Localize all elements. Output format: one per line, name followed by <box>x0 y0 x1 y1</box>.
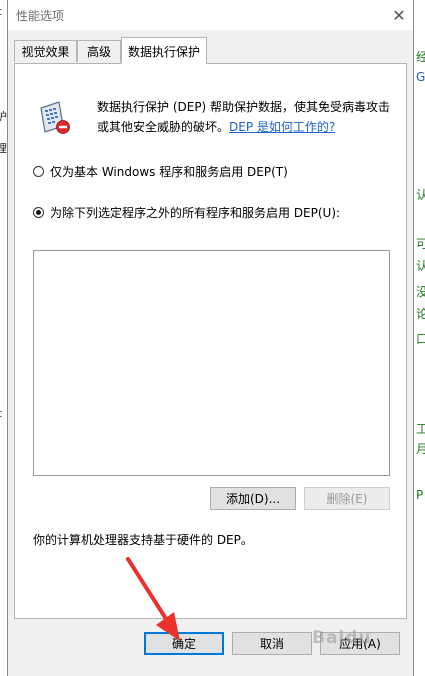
background-text: 工 <box>416 420 425 437</box>
close-button[interactable]: ✕ <box>385 0 413 30</box>
tab-visual-effects[interactable]: 视觉效果 <box>14 40 77 62</box>
option-all-except-selected[interactable]: 为除下列选定程序之外的所有程序和服务启用 DEP(U): <box>33 204 340 221</box>
background-text: c <box>0 407 2 420</box>
option-essential-only[interactable]: 仅为基本 Windows 程序和服务启用 DEP(T) <box>33 163 288 180</box>
dep-shield-icon <box>40 101 70 134</box>
background-text: 认 <box>416 257 425 274</box>
background-text: 经 <box>416 48 425 65</box>
background-text: 论 <box>416 305 425 322</box>
dep-how-it-works-link[interactable]: DEP 是如何工作的? <box>229 120 335 134</box>
background-text: 可 <box>416 235 425 252</box>
close-icon: ✕ <box>392 5 406 25</box>
background-text: 月 <box>416 440 425 457</box>
background-text: 没 <box>416 283 425 300</box>
option-all-except-selected-label: 为除下列选定程序之外的所有程序和服务启用 DEP(U): <box>50 206 341 220</box>
background-text: 理 <box>0 140 7 156</box>
radio-all-except-selected[interactable] <box>33 207 44 218</box>
excluded-programs-list[interactable] <box>33 250 390 476</box>
hardware-dep-note: 你的计算机处理器支持基于硬件的 DEP。 <box>33 533 253 547</box>
dialog-title: 性能选项 <box>16 9 65 23</box>
background-text: 认 <box>416 186 425 203</box>
background-window-right: 经 G 认 可 认 没 论 口 工 月 P <box>413 0 425 676</box>
tab-data-execution-prevention[interactable]: 数据执行保护 <box>121 37 207 64</box>
tab-panel-dep: 数据执行保护 (DEP) 帮助保护数据，使其免受病毒攻击或其他安全威胁的破坏。D… <box>14 63 407 619</box>
background-text: G <box>416 70 425 84</box>
title-bar[interactable]: 性能选项 ✕ <box>8 0 413 30</box>
cancel-button[interactable]: 取消 <box>232 632 312 655</box>
ok-button[interactable]: 确定 <box>144 632 224 655</box>
watermark: Baidu <box>312 628 372 648</box>
remove-button[interactable]: 删除(E) <box>304 487 390 510</box>
tab-advanced[interactable]: 高级 <box>77 40 121 62</box>
background-text: P <box>416 488 424 502</box>
add-button[interactable]: 添加(D)... <box>210 487 296 510</box>
dep-description: 数据执行保护 (DEP) 帮助保护数据，使其免受病毒攻击或其他安全威胁的破坏。D… <box>97 97 402 137</box>
background-text: 口 <box>416 330 425 347</box>
option-essential-only-label: 仅为基本 Windows 程序和服务启用 DEP(T) <box>50 165 288 179</box>
performance-options-dialog: 性能选项 ✕ 视觉效果 高级 数据执行保护 数据执行保护 (DEP) 帮助保护数… <box>7 0 414 676</box>
radio-essential-only[interactable] <box>33 166 44 177</box>
background-text: c <box>0 5 2 18</box>
background-text: 护 <box>0 108 7 124</box>
